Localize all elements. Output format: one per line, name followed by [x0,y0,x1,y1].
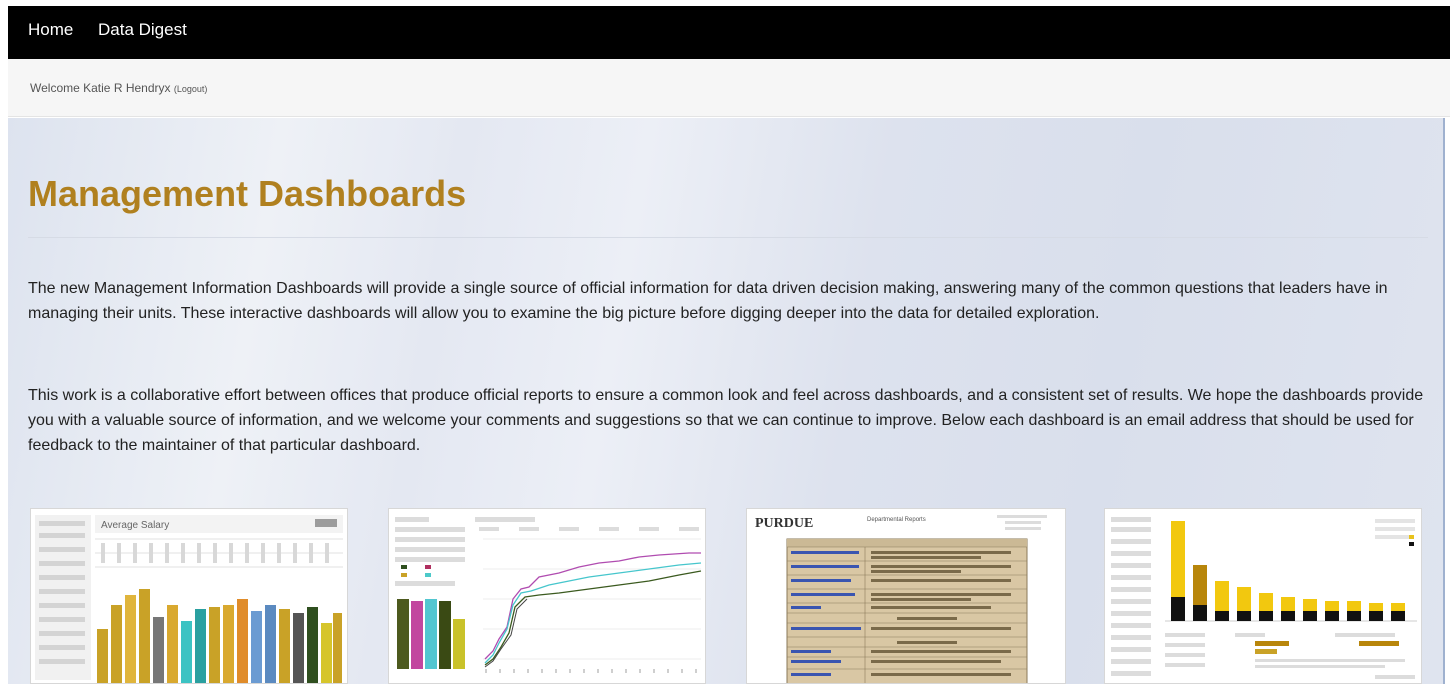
welcome-message: Welcome Katie R Hendryx (Logout) [30,81,207,95]
logout-link[interactable]: (Logout) [174,84,208,94]
dashboard-thumbnail-average-salary[interactable]: Average Salary [30,508,348,684]
title-divider [28,237,1428,238]
thumbnail-title: Average Salary [101,520,169,531]
nav-home-link[interactable]: Home [28,20,73,40]
intro-paragraph-1: The new Management Information Dashboard… [28,280,1388,322]
dashboard-thumbnail-line-chart[interactable] [388,508,706,684]
intro-paragraph-2: This work is a collaborative effort betw… [28,387,1424,454]
line-chart-preview-image [389,509,705,683]
welcome-bar: Welcome Katie R Hendryx (Logout) [8,59,1450,117]
average-salary-preview-image: Average Salary [31,509,347,683]
thumbnail-title: Departmental Reports [867,517,926,523]
top-navbar: Home Data Digest [8,6,1450,59]
stacked-bars-preview-image [1105,509,1421,683]
dashboard-thumbnail-departmental-reports[interactable]: PURDUE Departmental Reports [746,508,1066,684]
hero-panel: Management Dashboards The new Management… [8,118,1445,684]
welcome-user-text: Welcome Katie R Hendryx [30,81,171,95]
purdue-logo-text: PURDUE [755,516,813,531]
page-title: Management Dashboards [28,173,467,214]
departmental-reports-preview-image: PURDUE Departmental Reports [747,509,1065,683]
nav-data-digest-link[interactable]: Data Digest [98,20,187,40]
dashboard-thumbnail-stacked-bars[interactable] [1104,508,1422,684]
